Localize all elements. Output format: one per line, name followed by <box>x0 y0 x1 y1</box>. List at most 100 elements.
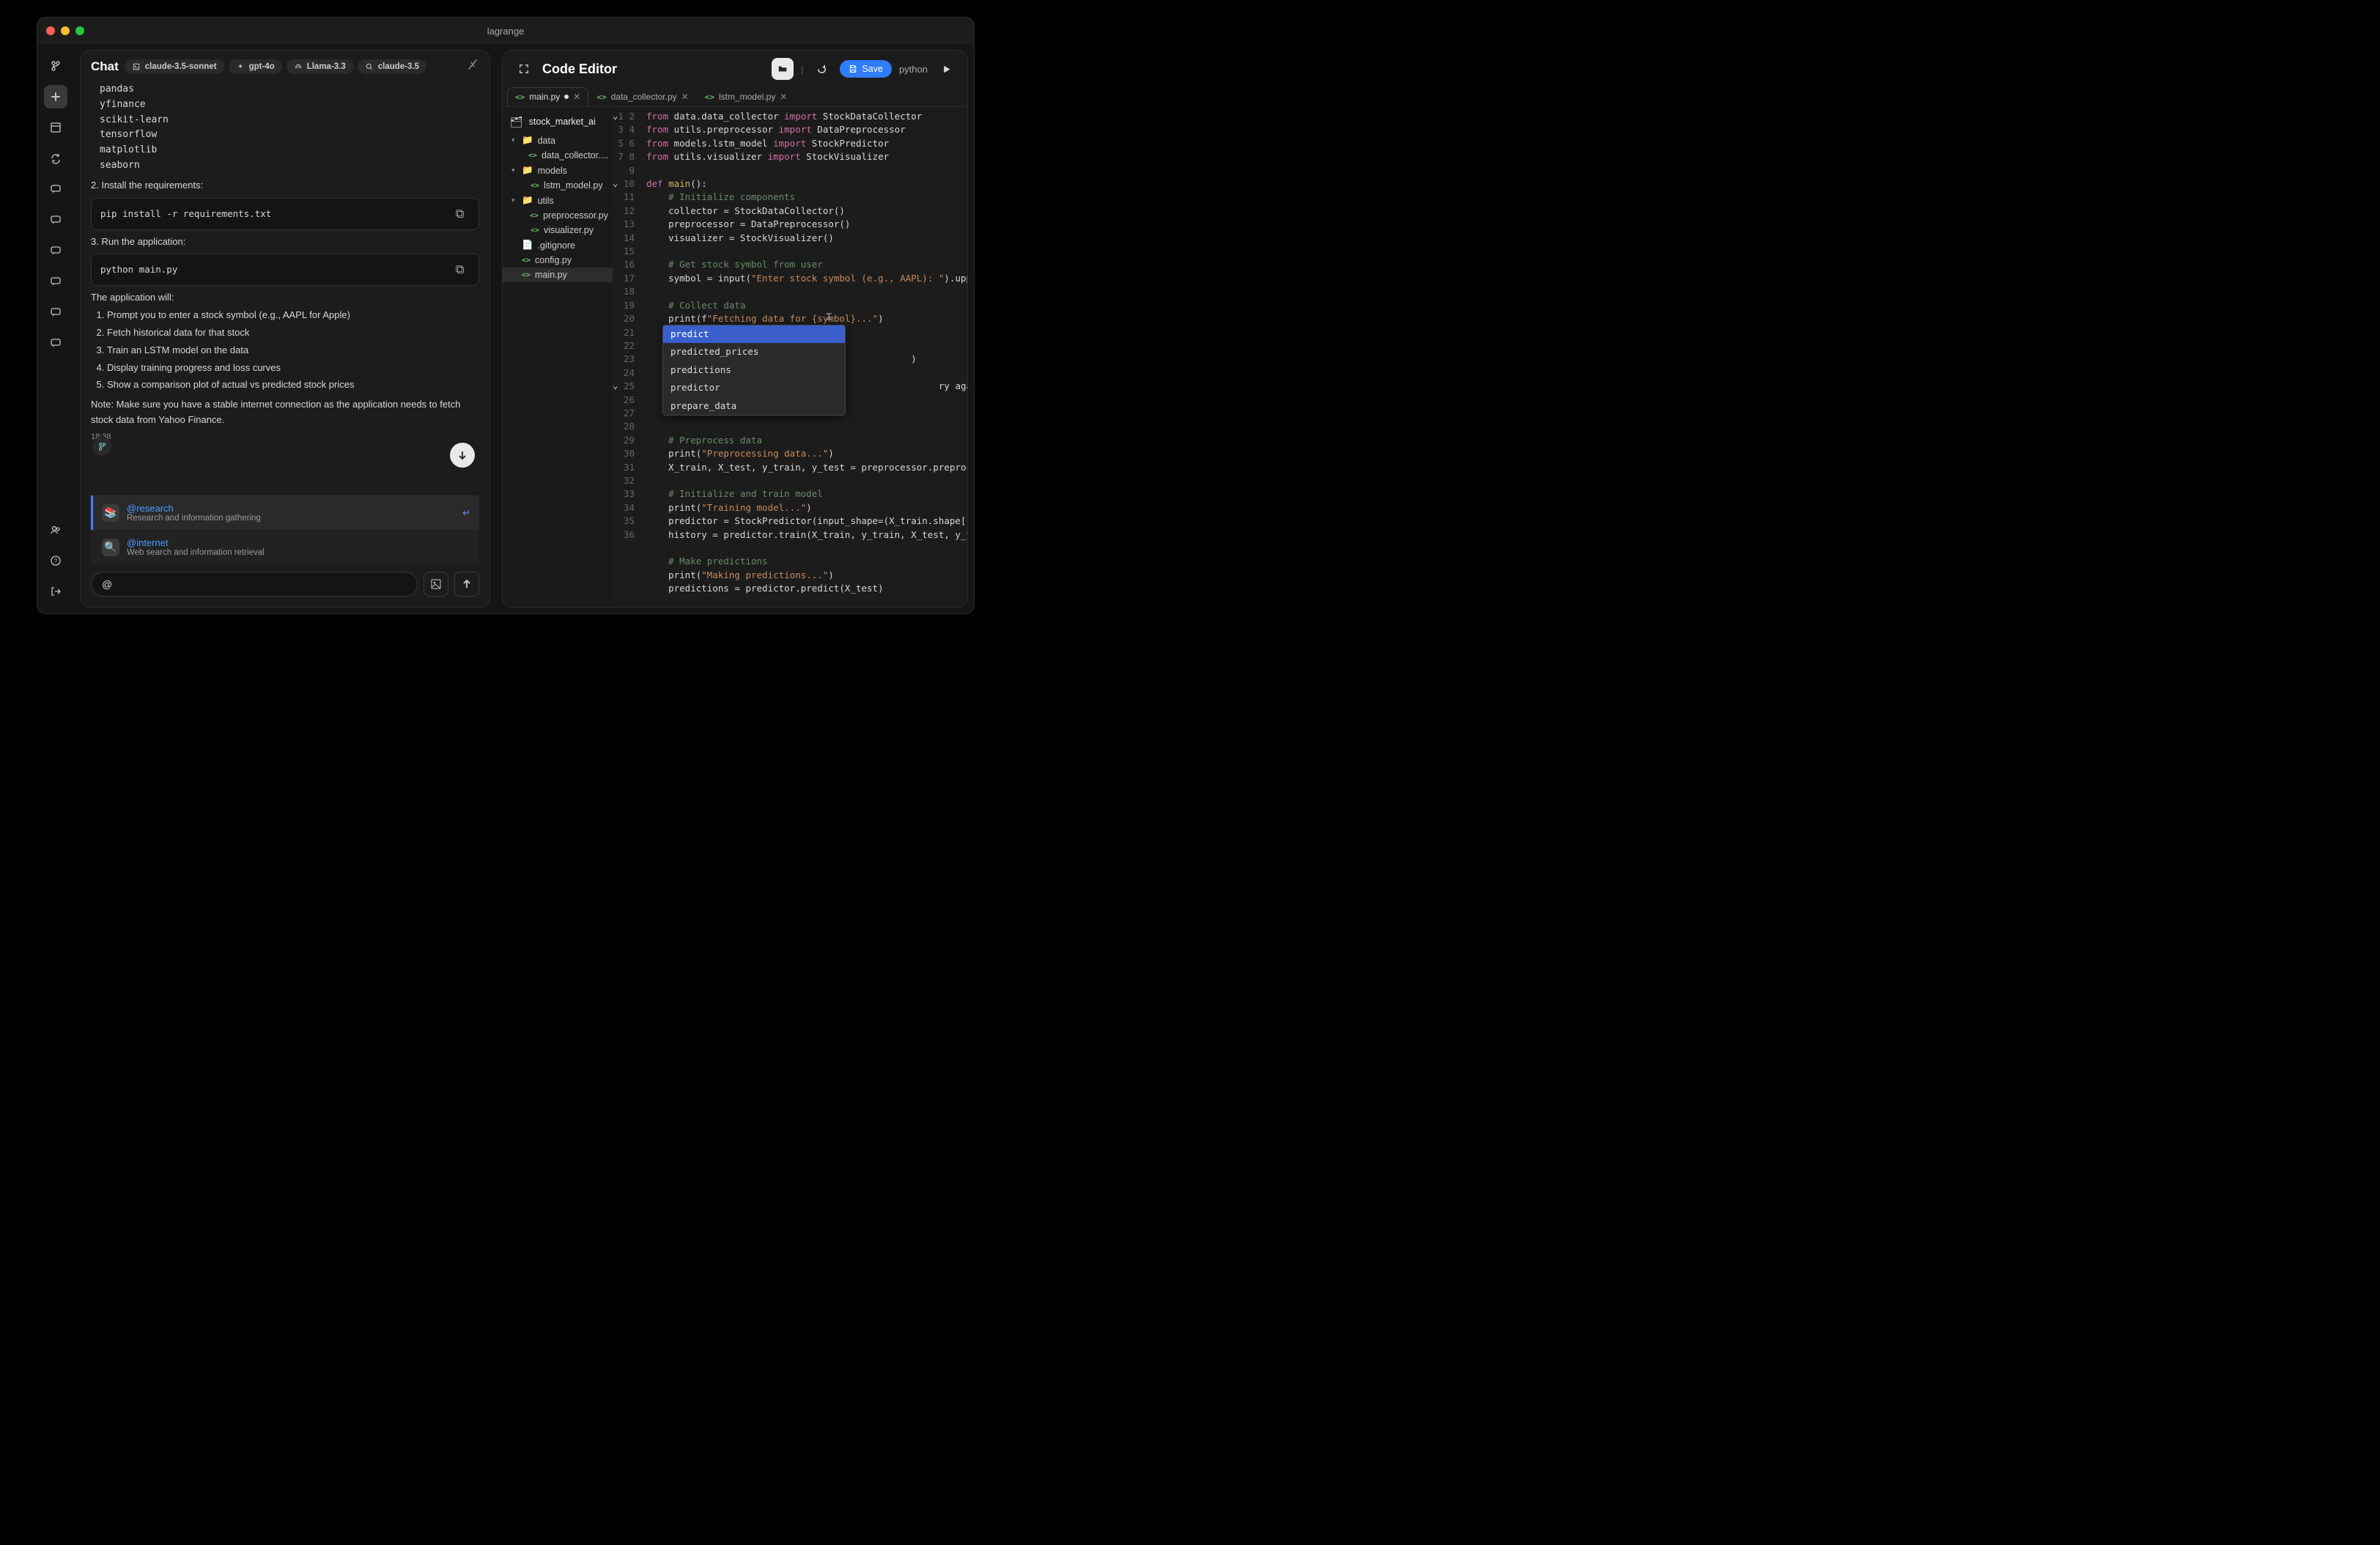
attach-image-button[interactable] <box>424 572 448 597</box>
code-icon: <> <box>531 182 539 190</box>
exit-icon[interactable] <box>44 580 67 603</box>
model-chip[interactable]: gpt-4o <box>229 59 282 74</box>
autocomplete-item[interactable]: predictions <box>663 361 845 379</box>
close-tab-button[interactable]: ✕ <box>681 92 689 102</box>
editor-tab[interactable]: <> data_collector.py ✕ <box>588 87 696 106</box>
branch-icon[interactable] <box>44 54 67 78</box>
run-command: python main.py <box>100 262 177 277</box>
mention-item[interactable]: 📚 @research Research and information gat… <box>91 495 479 530</box>
editor-tab[interactable]: <> main.py ✕ <box>507 87 588 106</box>
step-label: 3. Run the application: <box>91 235 479 250</box>
paragraph: The application will: <box>91 290 479 306</box>
return-icon: ↵ <box>462 507 470 519</box>
install-command: pip install -r requirements.txt <box>100 207 271 221</box>
maximize-window-button[interactable] <box>75 26 84 35</box>
autocomplete-item[interactable]: predicted_prices <box>663 343 845 361</box>
code-icon: <> <box>530 212 539 220</box>
code-block: python main.py <box>91 254 479 286</box>
model-chip[interactable]: Llama-3.3 <box>287 59 353 74</box>
model-chip[interactable]: claude-3.5-sonnet <box>125 59 224 74</box>
requirement-item: tensorflow <box>100 128 479 143</box>
list-item: Show a comparison plot of actual vs pred… <box>107 377 479 393</box>
mention-item[interactable]: 🔍 @internet Web search and information r… <box>91 530 479 564</box>
autocomplete-item[interactable]: prepare_data <box>663 397 845 415</box>
tree-file[interactable]: <>lstm_model.py <box>503 178 613 193</box>
tab-label: lstm_model.py <box>719 92 775 102</box>
fold-icon[interactable]: ⌄ <box>613 110 618 121</box>
close-tab-button[interactable]: ✕ <box>780 92 787 102</box>
requirement-item: pandas <box>100 82 479 97</box>
mention-popup: 📚 @research Research and information gat… <box>91 495 479 564</box>
autocomplete-item[interactable]: predict <box>663 325 845 343</box>
expand-icon[interactable] <box>513 58 535 80</box>
folder-icon: 📁 <box>522 165 533 176</box>
file-icon: 📄 <box>522 240 533 251</box>
save-button[interactable]: Save <box>840 60 892 78</box>
chat-header: Chat claude-3.5-sonnet gpt-4o Llama-3.3 cla… <box>81 51 489 82</box>
autocomplete-item[interactable]: predictor <box>663 379 845 397</box>
fold-icon[interactable]: ⌄ <box>613 177 618 188</box>
editor-tab[interactable]: <> lstm_model.py ✕ <box>697 87 796 106</box>
close-window-button[interactable] <box>46 26 55 35</box>
chat-history-item[interactable] <box>44 300 67 324</box>
run-button[interactable] <box>935 58 957 80</box>
tree-file[interactable]: 📄.gitignore <box>503 237 613 253</box>
copy-button[interactable] <box>451 260 470 279</box>
chat-history-item[interactable] <box>44 177 67 201</box>
timestamp: 18:38 <box>91 431 479 444</box>
list-item: Prompt you to enter a stock symbol (e.g.… <box>107 308 479 323</box>
requirement-item: seaborn <box>100 158 479 174</box>
chat-history-item[interactable] <box>44 208 67 232</box>
mention-name: @research <box>127 503 261 514</box>
project-root[interactable]: 🗂 stock_market_ai <box>503 111 613 133</box>
mention-desc: Web search and information retrieval <box>127 548 265 557</box>
model-chip[interactable]: claude-3.5 <box>358 59 426 74</box>
tree-file[interactable]: <>data_collector.... <box>503 148 613 163</box>
close-tab-button[interactable]: ✕ <box>573 92 580 102</box>
disconnect-icon[interactable] <box>466 58 479 75</box>
left-rail: ? <box>37 44 74 613</box>
chat-history-item[interactable] <box>44 239 67 262</box>
branch-badge-icon[interactable] <box>92 437 111 456</box>
tree-file[interactable]: <>config.py <box>503 253 613 268</box>
layout-icon[interactable] <box>44 116 67 139</box>
file-tree: 🗂 stock_market_ai ▾📁data<>data_collector… <box>503 107 613 607</box>
minimize-window-button[interactable] <box>61 26 70 35</box>
tree-file[interactable]: <>preprocessor.py <box>503 208 613 223</box>
window-controls <box>46 26 84 35</box>
mention-avatar: 🔍 <box>102 539 119 556</box>
folder-icon: 📁 <box>522 195 533 206</box>
chat-panel: Chat claude-3.5-sonnet gpt-4o Llama-3.3 cla… <box>80 50 490 608</box>
fold-icon[interactable]: ⌄ <box>613 380 618 391</box>
open-folder-button[interactable] <box>772 58 794 80</box>
mention-avatar: 📚 <box>102 504 119 522</box>
scroll-down-button[interactable] <box>450 443 475 468</box>
editor-tabs: <> main.py ✕ <> data_collector.py ✕ <> l… <box>503 87 967 106</box>
chat-title: Chat <box>91 59 119 74</box>
tree-file[interactable]: <>visualizer.py <box>503 223 613 237</box>
send-button[interactable] <box>454 572 479 597</box>
refresh-icon[interactable] <box>44 147 67 170</box>
reload-button[interactable] <box>810 58 832 80</box>
chat-history-item[interactable] <box>44 331 67 355</box>
code-icon: <> <box>705 92 714 102</box>
note-text: Note: Make sure you have a stable intern… <box>91 397 479 428</box>
tree-folder[interactable]: ▾📁data <box>503 133 613 148</box>
new-button[interactable] <box>44 85 67 108</box>
tree-folder[interactable]: ▾📁models <box>503 163 613 178</box>
copy-button[interactable] <box>451 204 470 224</box>
app-window: lagrange ? Chat claude-3.5-sonnetgpt-4oL… <box>37 17 975 614</box>
tree-file[interactable]: <>main.py <box>503 268 613 282</box>
editor-panel: Code Editor | Save python <> main.py ✕ <… <box>502 50 968 608</box>
mention-desc: Research and information gathering <box>127 514 261 523</box>
people-icon[interactable] <box>44 518 67 542</box>
help-icon[interactable]: ? <box>44 549 67 572</box>
svg-text:?: ? <box>54 558 58 564</box>
code-icon: <> <box>596 92 606 102</box>
tab-label: data_collector.py <box>611 92 677 102</box>
chat-history-item[interactable] <box>44 270 67 293</box>
code-area[interactable]: 1 2 3 4 5 6 7 8 9 10 11 12 13 14 15 16 1… <box>613 107 967 607</box>
tree-folder[interactable]: ▾📁utils <box>503 193 613 208</box>
chat-input[interactable] <box>91 572 418 597</box>
autocomplete-popup: predictpredicted_pricespredictionspredic… <box>662 325 846 416</box>
